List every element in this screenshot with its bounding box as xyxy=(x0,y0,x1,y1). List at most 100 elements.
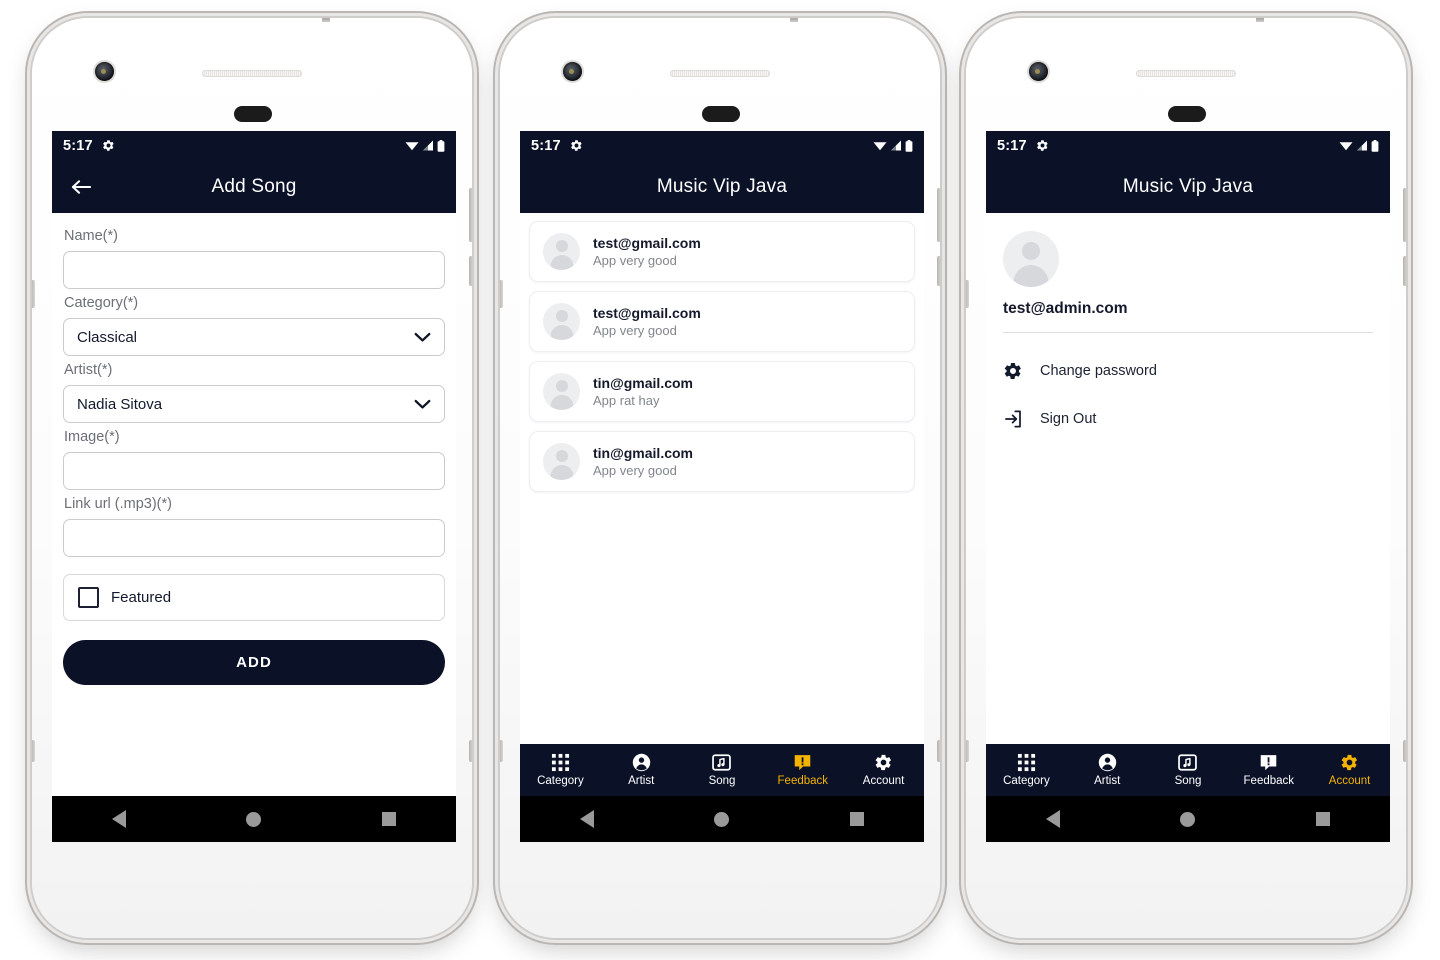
avatar xyxy=(543,443,580,480)
label-image: Image(*) xyxy=(64,429,120,445)
add-button[interactable]: ADD xyxy=(63,640,445,685)
circle-home-icon[interactable] xyxy=(714,811,730,827)
artist-select[interactable]: Nadia Sitova xyxy=(63,385,445,423)
status-bar-indicators xyxy=(873,139,913,152)
list-item[interactable]: tin@gmail.com App very good xyxy=(529,431,915,492)
battery-icon xyxy=(437,139,445,152)
nav-label-feedback: Feedback xyxy=(777,774,829,787)
earpiece-speaker xyxy=(202,70,302,77)
avatar xyxy=(1003,231,1059,287)
phone-device-1: 5:17 Add Song Name(*) Category(*) Classi… xyxy=(32,18,472,938)
earpiece-speaker xyxy=(670,70,770,77)
status-bar: 5:17 xyxy=(52,131,456,160)
name-input[interactable] xyxy=(63,251,445,289)
nav-label-account: Account xyxy=(1328,774,1371,787)
nav-label-account: Account xyxy=(862,774,905,787)
feedback-email: tin@gmail.com xyxy=(593,375,693,391)
nav-item-account[interactable]: Account xyxy=(843,753,924,788)
menu-item-sign-out[interactable]: Sign Out xyxy=(1003,409,1373,429)
front-camera-icon xyxy=(95,62,114,81)
image-input[interactable] xyxy=(63,452,445,490)
sign-out-icon xyxy=(1003,409,1023,429)
nav-label-category: Category xyxy=(537,774,584,787)
divider xyxy=(1003,332,1373,333)
phone-device-3: 5:17 Music Vip Java test@admin.com Chang… xyxy=(966,18,1406,938)
power-button[interactable] xyxy=(937,188,940,242)
gear-icon xyxy=(1036,139,1049,152)
grid-icon xyxy=(1017,753,1036,772)
power-button[interactable] xyxy=(1403,188,1406,242)
square-recents-icon[interactable] xyxy=(849,812,864,826)
nav-item-account[interactable]: Account xyxy=(1309,753,1390,788)
circle-home-icon[interactable] xyxy=(1180,811,1196,827)
arrow-left-icon[interactable] xyxy=(66,172,96,202)
power-button[interactable] xyxy=(469,188,472,242)
nav-item-category[interactable]: Category xyxy=(520,753,601,788)
category-select[interactable]: Classical xyxy=(63,318,445,356)
android-system-nav xyxy=(52,796,456,842)
nav-item-song[interactable]: Song xyxy=(1148,753,1229,788)
status-bar-time: 5:17 xyxy=(63,137,93,154)
nav-label-feedback: Feedback xyxy=(1243,774,1295,787)
status-bar-indicators xyxy=(1339,139,1379,152)
nav-item-artist[interactable]: Artist xyxy=(1067,753,1148,788)
nav-item-artist[interactable]: Artist xyxy=(601,753,682,788)
feedback-email: test@gmail.com xyxy=(593,305,701,321)
phone-device-2: 5:17 Music Vip Java test@gmail.com App v… xyxy=(500,18,940,938)
nav-item-feedback[interactable]: Feedback xyxy=(762,753,843,788)
avatar xyxy=(543,233,580,270)
triangle-back-icon[interactable] xyxy=(1046,810,1061,828)
screen-feedback: 5:17 Music Vip Java test@gmail.com App v… xyxy=(520,131,924,842)
volume-button[interactable] xyxy=(1403,256,1406,286)
status-bar: 5:17 xyxy=(520,131,924,160)
nav-item-song[interactable]: Song xyxy=(682,753,763,788)
chevron-down-icon xyxy=(414,332,431,343)
circle-home-icon[interactable] xyxy=(246,811,262,827)
label-name: Name(*) xyxy=(64,228,118,244)
featured-checkbox[interactable] xyxy=(78,587,99,608)
label-artist: Artist(*) xyxy=(64,362,113,378)
chevron-down-icon xyxy=(414,399,431,410)
page-title: Add Song xyxy=(211,175,297,197)
music-note-icon xyxy=(1178,753,1198,772)
volume-button[interactable] xyxy=(937,256,940,286)
label-category: Category(*) xyxy=(64,295,139,311)
signal-icon xyxy=(422,140,434,151)
feedback-icon xyxy=(793,753,812,772)
gear-icon xyxy=(1003,361,1023,381)
status-bar-indicators xyxy=(405,139,445,152)
android-system-nav xyxy=(520,796,924,842)
android-system-nav xyxy=(986,796,1390,842)
wifi-icon xyxy=(873,140,887,151)
feedback-list: test@gmail.com App very good test@gmail.… xyxy=(520,213,924,744)
square-recents-icon[interactable] xyxy=(1315,812,1330,826)
square-recents-icon[interactable] xyxy=(381,812,396,826)
grid-icon xyxy=(551,753,570,772)
screenshot-stage: 5:17 Add Song Name(*) Category(*) Classi… xyxy=(0,0,1440,960)
feedback-message: App very good xyxy=(593,253,677,268)
list-item[interactable]: tin@gmail.com App rat hay xyxy=(529,361,915,422)
wifi-icon xyxy=(1339,140,1353,151)
list-item[interactable]: test@gmail.com App very good xyxy=(529,291,915,352)
volume-button[interactable] xyxy=(469,256,472,286)
music-note-icon xyxy=(712,753,732,772)
earpiece-speaker xyxy=(1136,70,1236,77)
link-url-input[interactable] xyxy=(63,519,445,557)
nav-label-artist: Artist xyxy=(628,774,655,787)
person-icon xyxy=(632,753,651,772)
status-bar-time: 5:17 xyxy=(531,137,561,154)
featured-checkbox-row[interactable]: Featured xyxy=(63,574,445,621)
feedback-email: tin@gmail.com xyxy=(593,445,693,461)
list-item[interactable]: test@gmail.com App very good xyxy=(529,221,915,282)
page-title: Music Vip Java xyxy=(1122,175,1254,197)
triangle-back-icon[interactable] xyxy=(580,810,595,828)
menu-label-change-password: Change password xyxy=(1040,363,1157,379)
nav-item-feedback[interactable]: Feedback xyxy=(1228,753,1309,788)
menu-item-change-password[interactable]: Change password xyxy=(1003,361,1373,381)
nav-item-category[interactable]: Category xyxy=(986,753,1067,788)
wifi-icon xyxy=(405,140,419,151)
bottom-navigation: Category Artist Song Feedback Account xyxy=(520,744,924,796)
triangle-back-icon[interactable] xyxy=(112,810,127,828)
feedback-icon xyxy=(1259,753,1278,772)
avatar xyxy=(543,373,580,410)
